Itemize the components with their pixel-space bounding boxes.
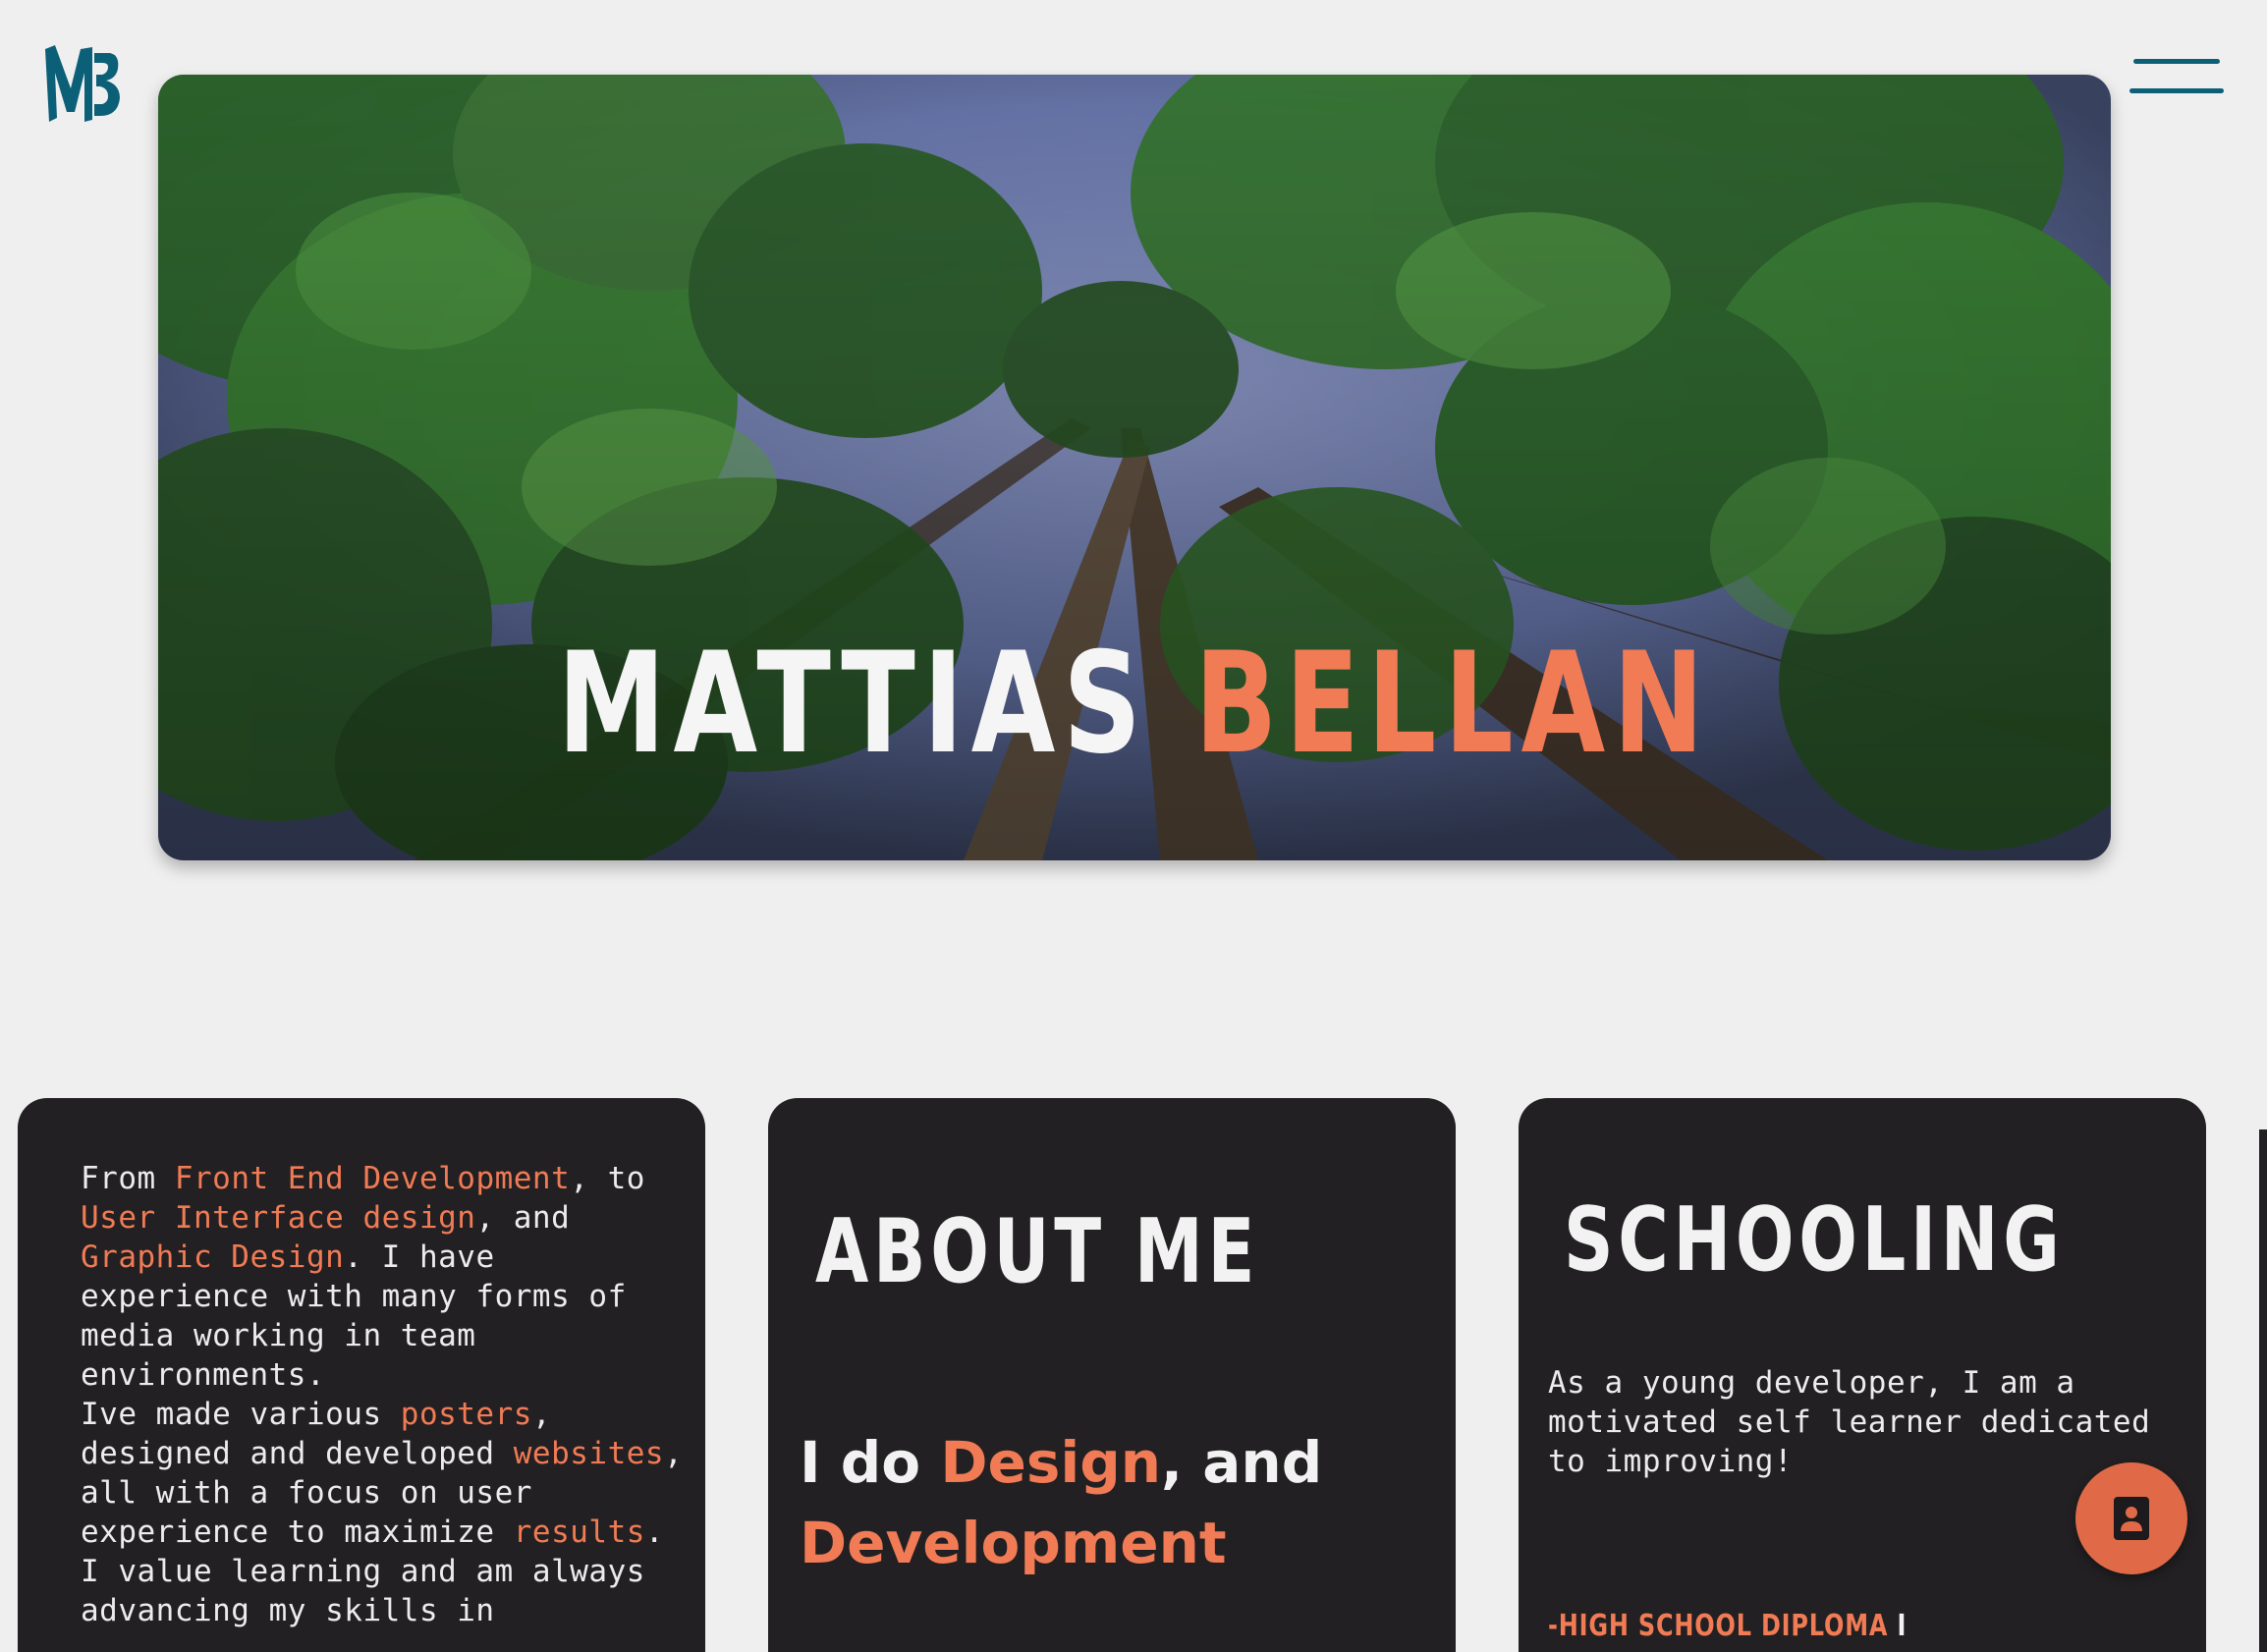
highlight-ui-design: User Interface design xyxy=(81,1200,476,1236)
next-card-edge xyxy=(2259,1129,2267,1652)
hamburger-icon-line xyxy=(2129,88,2224,93)
page: MATTIAS BELLAN From Front End Developmen… xyxy=(0,0,2267,1652)
hero-first-name: MATTIAS xyxy=(557,623,1149,785)
diploma-item: -HIGH SCHOOL DIPLOMA I xyxy=(1548,1609,1907,1643)
highlight-graphic-design: Graphic Design xyxy=(81,1239,345,1275)
menu-button[interactable] xyxy=(2129,55,2224,98)
intro-card: From Front End Development, to User Inte… xyxy=(18,1098,705,1652)
highlight-websites: websites xyxy=(513,1436,665,1471)
intro-text-part: From xyxy=(81,1161,175,1196)
tagline-part: , and xyxy=(1161,1429,1323,1496)
highlight-design: Design xyxy=(940,1429,1162,1496)
hero-banner: MATTIAS BELLAN xyxy=(158,75,2111,860)
highlight-results: results xyxy=(513,1514,645,1550)
mb-logo[interactable] xyxy=(41,43,124,126)
tagline-part: I do xyxy=(800,1429,941,1496)
about-card: ABOUT ME I do Design, and Development xyxy=(768,1098,1456,1652)
about-tagline: I do Design, and Development xyxy=(800,1422,1428,1583)
highlight-front-end: Front End Development xyxy=(174,1161,571,1196)
intro-text-part: I value learning and am always advancing… xyxy=(81,1554,645,1628)
schooling-heading: SCHOOLING xyxy=(1564,1188,2065,1292)
intro-text-part: , to xyxy=(570,1161,645,1196)
intro-text-part: Ive made various xyxy=(81,1397,401,1432)
highlight-posters: posters xyxy=(400,1397,532,1432)
intro-text: From Front End Development, to User Inte… xyxy=(81,1159,690,1630)
schooling-text: As a young developer, I am a motivated s… xyxy=(1548,1365,2151,1479)
diploma-label: -HIGH SCHOOL DIPLOMA xyxy=(1548,1609,1889,1643)
contact-card-icon xyxy=(2114,1497,2149,1540)
intro-text-part: . xyxy=(644,1514,665,1550)
highlight-development: Development xyxy=(800,1510,1227,1576)
mb-monogram-logo-icon xyxy=(45,45,120,122)
schooling-card: SCHOOLING As a young developer, I am a m… xyxy=(1519,1098,2206,1652)
hero-last-name: BELLAN xyxy=(1194,623,1712,785)
diploma-separator: I xyxy=(1897,1609,1908,1643)
about-heading: ABOUT ME xyxy=(815,1200,1260,1303)
contact-button[interactable] xyxy=(2075,1462,2187,1574)
hero-name-title: MATTIAS BELLAN xyxy=(373,634,1897,774)
hamburger-icon xyxy=(2133,59,2220,64)
intro-text-part: , and xyxy=(475,1200,571,1236)
